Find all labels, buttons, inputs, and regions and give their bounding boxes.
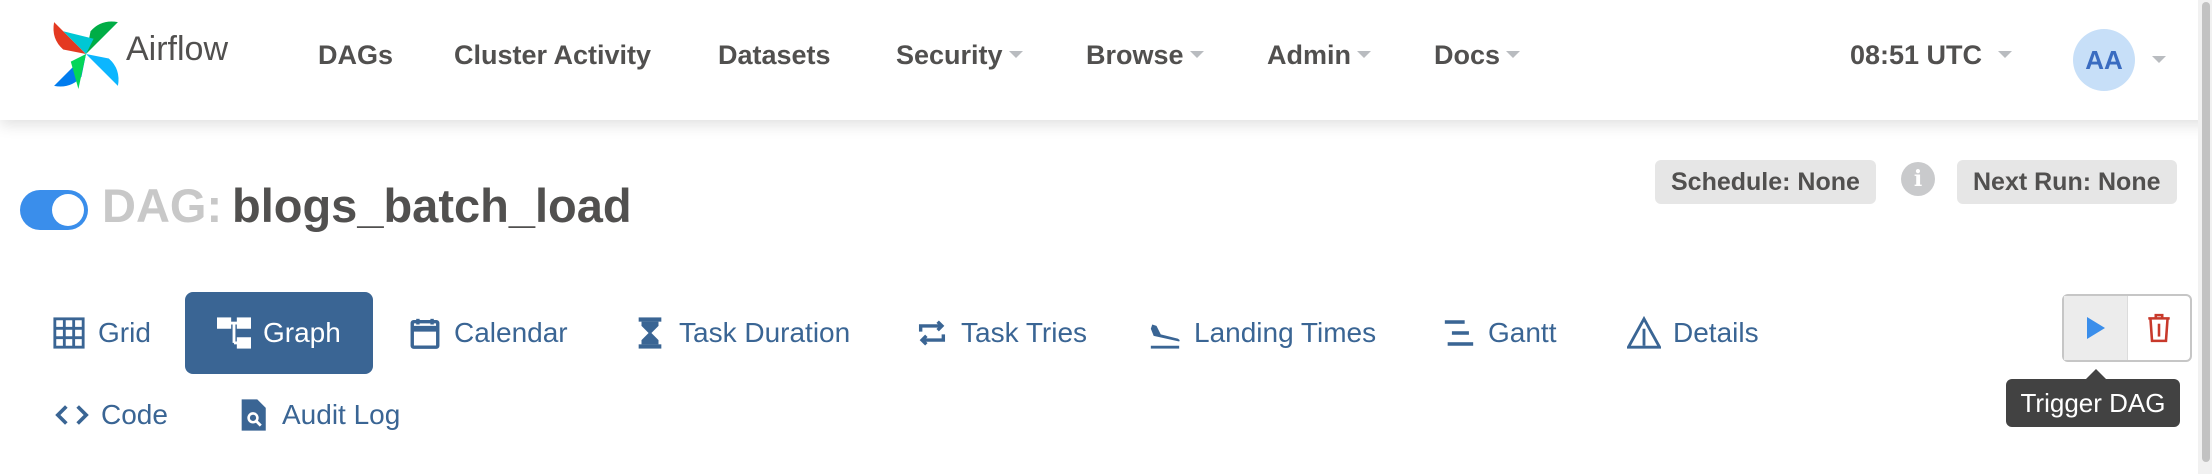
tab-grid[interactable]: Grid: [52, 292, 151, 374]
repeat-icon: [918, 320, 946, 346]
tab-code-label: Code: [101, 399, 168, 430]
schedule-badge: Schedule: None: [1655, 160, 1876, 204]
nav-dags-label: DAGs: [318, 40, 394, 70]
trash-icon: [2148, 313, 2170, 343]
nav-admin[interactable]: Admin: [1267, 40, 1371, 71]
toggle-knob: [52, 194, 84, 226]
hourglass-icon: [638, 317, 662, 349]
tab-grid-label: Grid: [98, 317, 151, 348]
play-icon: [2087, 317, 2106, 339]
time-label: 08:51 UTC: [1850, 40, 1983, 70]
top-navbar: Airflow DAGs Cluster Activity Datasets S…: [0, 0, 2212, 120]
brand-name[interactable]: Airflow: [126, 30, 228, 69]
chevron-down-icon: [1189, 51, 1204, 59]
trigger-dag-tooltip: Trigger DAG: [2006, 379, 2180, 427]
tab-landing-times[interactable]: Landing Times: [1148, 292, 1376, 374]
chevron-down-icon: [1357, 51, 1371, 59]
grid-icon: [53, 317, 85, 349]
tab-code[interactable]: Code: [55, 374, 168, 456]
chevron-down-icon: [1506, 51, 1521, 59]
plane-landing-icon: [1150, 324, 1180, 349]
tab-calendar[interactable]: Calendar: [408, 292, 568, 374]
tab-graph-label: Graph: [263, 317, 341, 348]
dag-pause-toggle[interactable]: [20, 190, 88, 230]
code-icon: [55, 405, 89, 425]
chevron-down-icon[interactable]: [2152, 56, 2166, 63]
nav-browse[interactable]: Browse: [1086, 40, 1204, 71]
user-avatar[interactable]: AA: [2073, 29, 2135, 91]
next-run-badge: Next Run: None: [1957, 160, 2177, 204]
tab-task-duration[interactable]: Task Duration: [633, 292, 850, 374]
nav-browse-label: Browse: [1086, 40, 1184, 70]
delete-dag-button[interactable]: [2128, 296, 2191, 360]
info-icon[interactable]: i: [1901, 162, 1935, 196]
nav-security-label: Security: [896, 40, 1003, 70]
tab-gantt[interactable]: Gantt: [1442, 292, 1556, 374]
file-search-icon: [241, 399, 266, 431]
tab-audit-log-label: Audit Log: [282, 399, 401, 430]
calendar-icon: [410, 318, 440, 349]
time-dropdown[interactable]: 08:51 UTC: [1850, 40, 2013, 71]
warning-triangle-icon: [1627, 316, 1661, 349]
tab-details[interactable]: Details: [1627, 292, 1759, 374]
airflow-logo-icon[interactable]: [48, 16, 124, 92]
nav-docs-label: Docs: [1434, 40, 1501, 70]
tooltip-arrow: [2086, 369, 2106, 379]
tab-task-tries[interactable]: Task Tries: [915, 292, 1087, 374]
nav-datasets-label: Datasets: [718, 40, 831, 70]
tab-task-tries-label: Task Tries: [961, 317, 1088, 348]
tab-details-label: Details: [1673, 317, 1759, 348]
nav-cluster-activity-label: Cluster Activity: [454, 40, 652, 70]
nav-admin-label: Admin: [1267, 40, 1351, 70]
scrollbar-thumb[interactable]: [2202, 2, 2210, 462]
nav-cluster-activity[interactable]: Cluster Activity: [454, 40, 651, 71]
nav-dags[interactable]: DAGs: [318, 40, 393, 71]
trigger-dag-button[interactable]: [2064, 296, 2128, 360]
tab-task-duration-label: Task Duration: [679, 317, 851, 348]
nav-datasets[interactable]: Datasets: [718, 40, 831, 71]
dag-title: blogs_batch_load: [232, 179, 632, 232]
vertical-scrollbar[interactable]: [2198, 0, 2212, 474]
tab-audit-log[interactable]: Audit Log: [236, 374, 400, 456]
graph-icon: [217, 317, 251, 349]
tab-landing-times-label: Landing Times: [1194, 317, 1377, 348]
dag-action-buttons: [2062, 294, 2192, 362]
nav-docs[interactable]: Docs: [1434, 40, 1521, 71]
tab-graph[interactable]: Graph: [185, 292, 373, 374]
chevron-down-icon: [1998, 51, 2013, 59]
tab-calendar-label: Calendar: [454, 317, 568, 348]
gantt-icon: [1444, 320, 1474, 346]
dag-prefix-label: DAG:: [102, 179, 223, 232]
nav-security[interactable]: Security: [896, 40, 1023, 71]
chevron-down-icon: [1008, 51, 1023, 59]
tab-gantt-label: Gantt: [1488, 317, 1557, 348]
